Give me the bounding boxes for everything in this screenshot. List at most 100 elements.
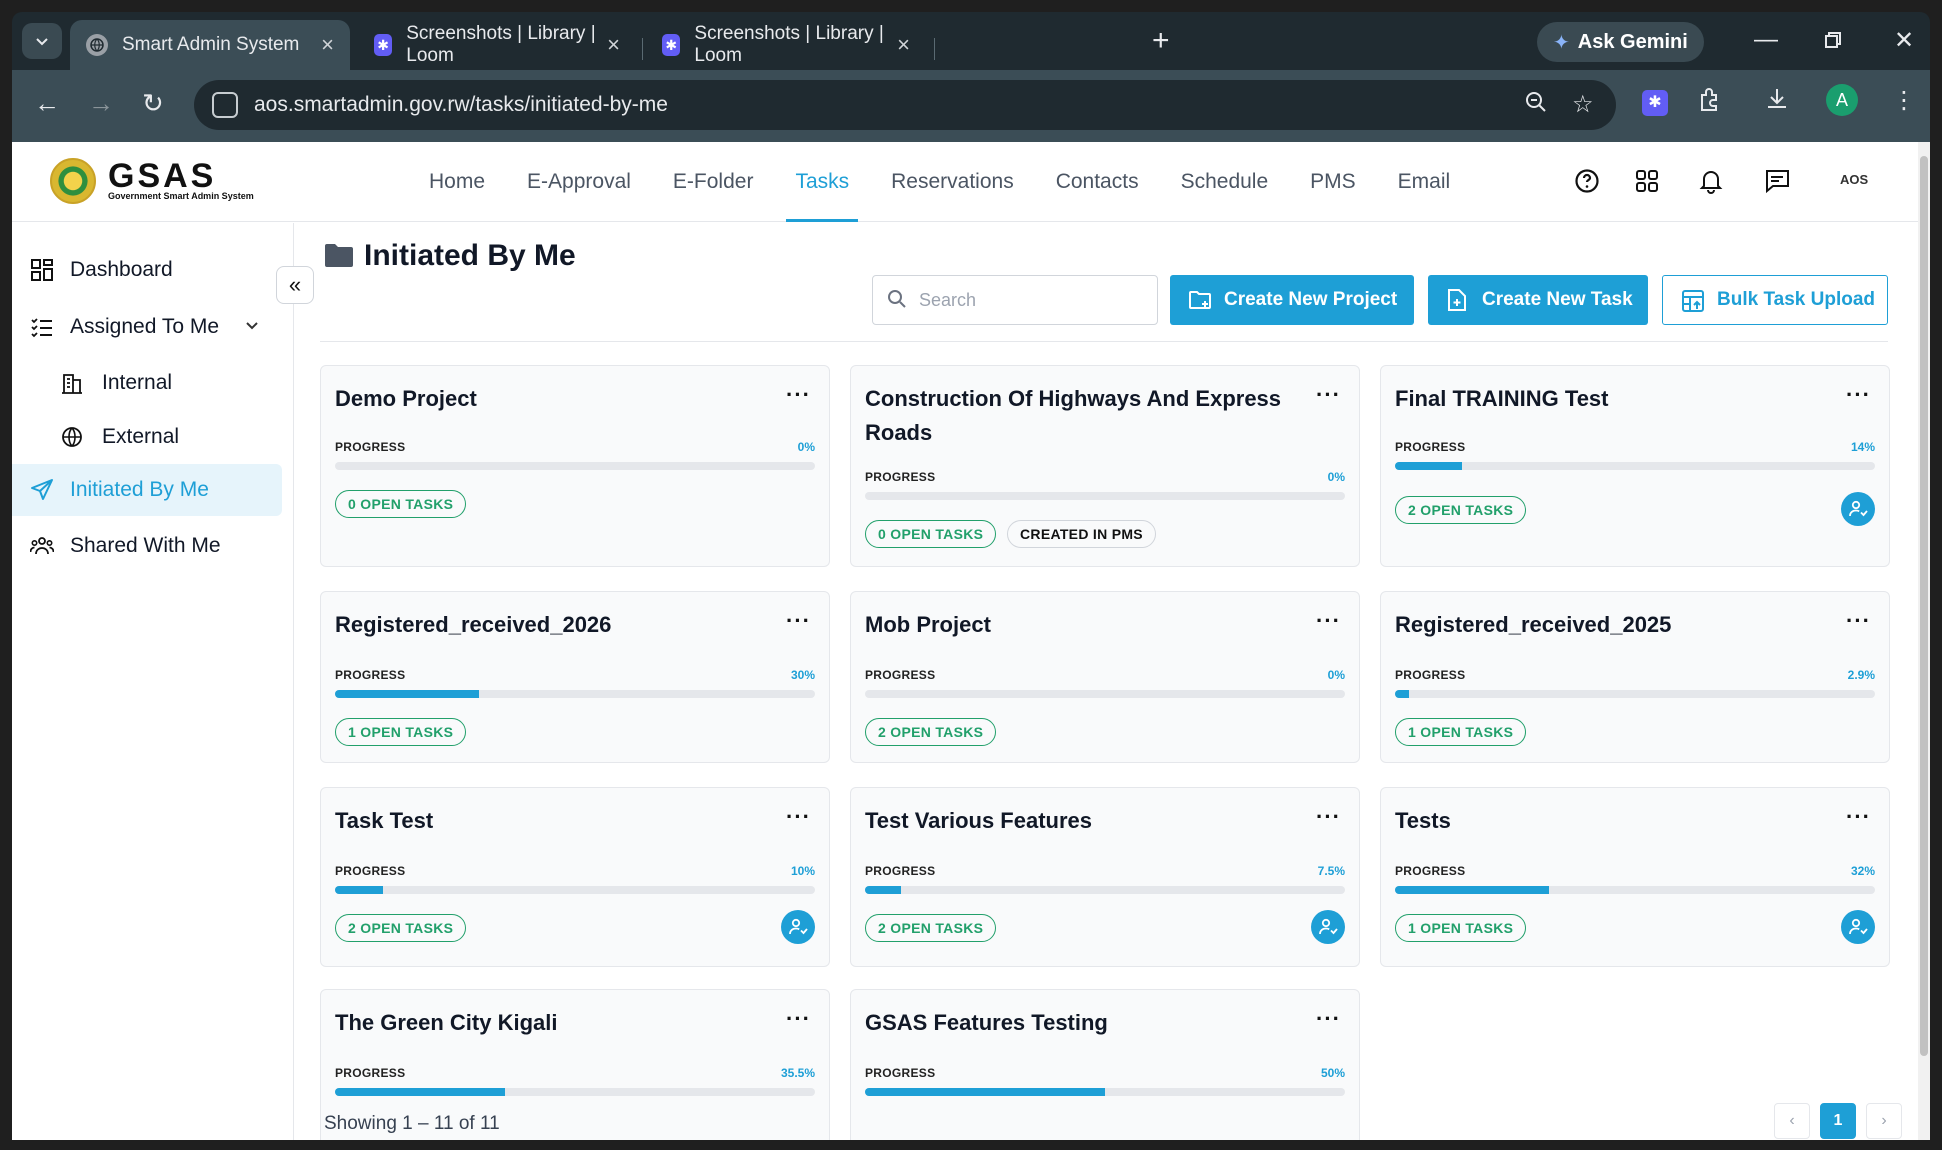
project-card[interactable]: Construction Of Highways And Express Roa… bbox=[850, 365, 1360, 567]
top-nav: Home E-Approval E-Folder Tasks Reservati… bbox=[408, 142, 1471, 222]
project-title[interactable]: Mob Project bbox=[865, 608, 1285, 642]
assignee-avatar[interactable] bbox=[1841, 910, 1875, 944]
bookmark-star-icon[interactable]: ☆ bbox=[1572, 90, 1594, 119]
forward-icon[interactable]: → bbox=[88, 88, 114, 119]
page-title-text: Initiated By Me bbox=[364, 239, 576, 272]
nav-e-folder[interactable]: E-Folder bbox=[652, 142, 775, 222]
more-options-icon[interactable]: ··· bbox=[1316, 1006, 1341, 1032]
more-menu-icon[interactable]: ⋮ bbox=[1892, 86, 1916, 115]
assignee-avatar[interactable] bbox=[1311, 910, 1345, 944]
project-title[interactable]: Construction Of Highways And Express Roa… bbox=[865, 382, 1285, 450]
chat-icon[interactable] bbox=[1762, 166, 1792, 196]
project-card[interactable]: GSAS Features Testing ··· PROGRESS 50% bbox=[850, 989, 1360, 1140]
more-options-icon[interactable]: ··· bbox=[1316, 804, 1341, 830]
nav-email[interactable]: Email bbox=[1377, 142, 1472, 222]
download-icon[interactable] bbox=[1764, 86, 1790, 119]
browser-tab-2[interactable]: ✱ Screenshots | Library | Loom × bbox=[358, 20, 636, 70]
progress-label: PROGRESS bbox=[335, 440, 406, 454]
user-avatar-badge[interactable]: AOS bbox=[1840, 172, 1868, 187]
sidebar-item-initiated-by-me[interactable]: Initiated By Me bbox=[12, 464, 282, 516]
project-title[interactable]: Demo Project bbox=[335, 382, 755, 416]
browser-tab-3[interactable]: ✱ Screenshots | Library | Loom × bbox=[646, 20, 926, 70]
project-card[interactable]: Final TRAINING Test ··· PROGRESS 14% 2 O… bbox=[1380, 365, 1890, 567]
tab-search-button[interactable] bbox=[22, 23, 62, 59]
bell-icon[interactable] bbox=[1696, 166, 1726, 196]
profile-avatar[interactable]: A bbox=[1826, 84, 1858, 116]
nav-pms[interactable]: PMS bbox=[1289, 142, 1377, 222]
reload-icon[interactable]: ↻ bbox=[142, 88, 164, 119]
nav-tasks[interactable]: Tasks bbox=[774, 142, 870, 222]
project-title[interactable]: Registered_received_2025 bbox=[1395, 608, 1815, 642]
create-new-task-button[interactable]: Create New Task bbox=[1428, 275, 1648, 325]
sidebar-item-dashboard[interactable]: Dashboard bbox=[12, 244, 282, 296]
page-scrollbar[interactable] bbox=[1918, 142, 1930, 1140]
more-options-icon[interactable]: ··· bbox=[1846, 608, 1871, 634]
ask-gemini-button[interactable]: ✦ Ask Gemini bbox=[1537, 22, 1704, 62]
create-new-project-button[interactable]: Create New Project bbox=[1170, 275, 1414, 325]
more-options-icon[interactable]: ··· bbox=[1846, 804, 1871, 830]
project-card[interactable]: Tests ··· PROGRESS 32% 1 OPEN TASKS bbox=[1380, 787, 1890, 967]
project-title[interactable]: Final TRAINING Test bbox=[1395, 382, 1815, 416]
more-options-icon[interactable]: ··· bbox=[1316, 382, 1341, 408]
more-options-icon[interactable]: ··· bbox=[1846, 382, 1871, 408]
pager-next-button[interactable]: › bbox=[1866, 1103, 1902, 1139]
assignee-avatar[interactable] bbox=[1841, 492, 1875, 526]
nav-contacts[interactable]: Contacts bbox=[1035, 142, 1160, 222]
progress-value: 35.5% bbox=[780, 1066, 815, 1080]
site-info-icon[interactable] bbox=[212, 92, 238, 118]
project-title[interactable]: GSAS Features Testing bbox=[865, 1006, 1285, 1040]
progress-bar bbox=[335, 1088, 815, 1096]
search-input[interactable]: Search bbox=[872, 275, 1158, 325]
close-window-icon[interactable]: ✕ bbox=[1894, 26, 1914, 55]
collapse-sidebar-button[interactable]: « bbox=[276, 266, 314, 304]
loom-extension-icon[interactable]: ✱ bbox=[1642, 86, 1668, 116]
more-options-icon[interactable]: ··· bbox=[786, 804, 811, 830]
restore-icon[interactable] bbox=[1824, 28, 1842, 56]
project-card[interactable]: Registered_received_2026 ··· PROGRESS 30… bbox=[320, 591, 830, 763]
sidebar-item-external[interactable]: External bbox=[12, 411, 282, 463]
sidebar-item-assigned-to-me[interactable]: Assigned To Me bbox=[12, 301, 282, 353]
nav-e-approval[interactable]: E-Approval bbox=[506, 142, 652, 222]
address-bar[interactable]: aos.smartadmin.gov.rw/tasks/initiated-by… bbox=[194, 80, 1616, 130]
nav-home[interactable]: Home bbox=[408, 142, 506, 222]
pager-prev-button[interactable]: ‹ bbox=[1774, 1103, 1810, 1139]
minimize-icon[interactable]: — bbox=[1754, 26, 1778, 54]
zoom-icon[interactable] bbox=[1524, 90, 1548, 121]
project-title[interactable]: Tests bbox=[1395, 804, 1815, 838]
more-options-icon[interactable]: ··· bbox=[786, 608, 811, 634]
project-card[interactable]: Task Test ··· PROGRESS 10% 2 OPEN TASKS bbox=[320, 787, 830, 967]
project-title[interactable]: Task Test bbox=[335, 804, 755, 838]
more-options-icon[interactable]: ··· bbox=[1316, 608, 1341, 634]
sidebar-item-internal[interactable]: Internal bbox=[12, 357, 282, 409]
more-options-icon[interactable]: ··· bbox=[786, 382, 811, 408]
pager-page-1[interactable]: 1 bbox=[1820, 1103, 1856, 1139]
project-title[interactable]: Registered_received_2026 bbox=[335, 608, 755, 642]
grid-icon bbox=[28, 256, 56, 284]
browser-tab-1[interactable]: Smart Admin System × bbox=[70, 20, 350, 70]
tab-title: Screenshots | Library | Loom bbox=[694, 23, 884, 66]
more-options-icon[interactable]: ··· bbox=[786, 1006, 811, 1032]
project-card[interactable]: Mob Project ··· PROGRESS 0% 2 OPEN TASKS bbox=[850, 591, 1360, 763]
project-card[interactable]: Registered_received_2025 ··· PROGRESS 2.… bbox=[1380, 591, 1890, 763]
project-title[interactable]: The Green City Kigali bbox=[335, 1006, 755, 1040]
scrollbar-thumb[interactable] bbox=[1920, 156, 1928, 1056]
chevron-down-icon[interactable] bbox=[244, 317, 260, 338]
logo[interactable]: GSAS Government Smart Admin System bbox=[50, 158, 254, 204]
new-tab-button[interactable]: + bbox=[1152, 26, 1170, 56]
close-icon[interactable]: × bbox=[321, 32, 334, 58]
bulk-task-upload-button[interactable]: Bulk Task Upload bbox=[1662, 275, 1888, 325]
close-icon[interactable]: × bbox=[607, 32, 620, 58]
apps-grid-icon[interactable] bbox=[1632, 166, 1662, 196]
extensions-icon[interactable] bbox=[1696, 86, 1722, 119]
project-card[interactable]: Test Various Features ··· PROGRESS 7.5% … bbox=[850, 787, 1360, 967]
project-card[interactable]: Demo Project ··· PROGRESS 0% 0 OPEN TASK… bbox=[320, 365, 830, 567]
project-title[interactable]: Test Various Features bbox=[865, 804, 1285, 838]
back-icon[interactable]: ← bbox=[34, 88, 60, 119]
help-icon[interactable] bbox=[1572, 166, 1602, 196]
close-icon[interactable]: × bbox=[897, 32, 910, 58]
main-content: Initiated By Me Search Create New Projec… bbox=[294, 223, 1918, 1140]
nav-schedule[interactable]: Schedule bbox=[1160, 142, 1290, 222]
assignee-avatar[interactable] bbox=[781, 910, 815, 944]
sidebar-item-shared-with-me[interactable]: Shared With Me bbox=[12, 520, 282, 572]
nav-reservations[interactable]: Reservations bbox=[870, 142, 1035, 222]
